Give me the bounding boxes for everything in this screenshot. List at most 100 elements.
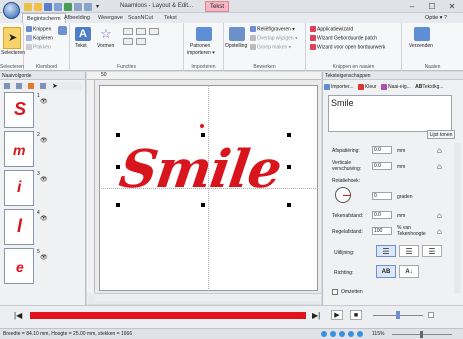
overlap-dropdown[interactable]: Overlap wijzigen ▾ bbox=[250, 35, 298, 42]
view-icon[interactable] bbox=[4, 83, 10, 89]
line-tool-icon[interactable] bbox=[149, 28, 159, 35]
patch-wizard-button[interactable]: Wizard Geborduurde patch bbox=[310, 35, 377, 42]
eye-icon[interactable]: 👁 bbox=[40, 176, 48, 183]
direction-horizontal-icon[interactable]: AB bbox=[376, 265, 396, 278]
spacing-field[interactable]: 0.0 bbox=[372, 146, 392, 154]
stitch-tool-icon[interactable] bbox=[136, 38, 146, 45]
align-right-icon[interactable]: ☰ bbox=[422, 245, 442, 257]
tab-tekst[interactable]: Tekst bbox=[160, 13, 181, 23]
sew-properties-button[interactable]: Naai-eig... bbox=[388, 84, 411, 90]
lock-icon[interactable] bbox=[16, 83, 22, 89]
cut-button[interactable]: Knippen bbox=[26, 26, 51, 33]
eye-icon[interactable]: 👁 bbox=[40, 215, 48, 222]
group-dropdown[interactable]: Groep maken ▾ bbox=[250, 44, 291, 51]
close-button[interactable]: ✕ bbox=[442, 1, 462, 12]
shapes-star-icon[interactable]: ☆ bbox=[98, 27, 114, 41]
open-folder-icon[interactable] bbox=[34, 3, 42, 11]
rotation-dial[interactable] bbox=[335, 187, 351, 203]
eye-icon[interactable]: 👁 bbox=[40, 98, 48, 105]
application-menu-button[interactable] bbox=[3, 2, 20, 19]
hoop-view-icon[interactable] bbox=[330, 331, 336, 337]
quick-access-dropdown-icon[interactable]: ▾ bbox=[96, 3, 102, 11]
options-menu[interactable]: Optie ▾ ? bbox=[425, 13, 447, 23]
applique-wizard-button[interactable]: Applicatiewizard bbox=[310, 26, 353, 33]
selection-handle[interactable] bbox=[287, 133, 291, 137]
emboss-engrave-dropdown[interactable]: Reliëf/graveren ▾ bbox=[250, 26, 295, 33]
send-icon[interactable] bbox=[414, 27, 430, 41]
show-list-button[interactable]: Lijst tonen bbox=[427, 130, 455, 139]
selection-handle[interactable] bbox=[287, 165, 291, 169]
zoom-slider-thumb[interactable] bbox=[420, 331, 423, 338]
speed-slider-thumb[interactable] bbox=[396, 311, 400, 319]
print-icon[interactable] bbox=[54, 3, 62, 11]
rotate-handle[interactable] bbox=[200, 124, 204, 128]
realistic-view-checkbox[interactable] bbox=[428, 312, 434, 318]
properties-scrollbar[interactable] bbox=[454, 143, 461, 293]
selection-handle[interactable] bbox=[116, 203, 120, 207]
save-icon[interactable] bbox=[44, 3, 52, 11]
sewing-item[interactable]: l bbox=[4, 209, 34, 245]
new-file-icon[interactable] bbox=[24, 3, 32, 11]
selection-handle[interactable] bbox=[116, 165, 120, 169]
sewing-item[interactable]: i bbox=[4, 170, 34, 206]
apply-icon[interactable]: ⌂ bbox=[437, 162, 442, 171]
duplicate-icon[interactable] bbox=[58, 26, 67, 35]
select-button[interactable]: ➤ bbox=[3, 27, 21, 49]
sort-icon[interactable] bbox=[40, 83, 46, 89]
align-center-icon[interactable]: ☰ bbox=[399, 245, 419, 257]
text-tool-icon[interactable]: A bbox=[75, 27, 91, 41]
export-icon[interactable] bbox=[64, 3, 72, 11]
eye-icon[interactable]: 👁 bbox=[40, 137, 48, 144]
sewing-item[interactable]: m bbox=[4, 131, 34, 167]
selection-handle[interactable] bbox=[201, 133, 205, 137]
fill-tool-icon[interactable] bbox=[123, 38, 133, 45]
tab-scanncut[interactable]: ScanNCut bbox=[124, 13, 157, 23]
selection-handle[interactable] bbox=[201, 203, 205, 207]
apply-icon[interactable]: ⌂ bbox=[437, 146, 442, 155]
arrange-icon[interactable] bbox=[229, 27, 245, 41]
maximize-button[interactable]: ☐ bbox=[422, 1, 442, 12]
text-input[interactable]: Smile bbox=[328, 95, 452, 132]
paste-button[interactable]: Plakken bbox=[26, 44, 51, 51]
rotation-field[interactable]: 0 bbox=[372, 192, 392, 200]
import-button[interactable]: Importer... bbox=[331, 84, 354, 90]
horizontal-scrollbar[interactable] bbox=[95, 293, 321, 301]
convert-checkbox[interactable] bbox=[332, 289, 338, 295]
char-spacing-field[interactable]: 0.0 bbox=[372, 211, 392, 219]
design-center-icon[interactable] bbox=[321, 331, 327, 337]
openwork-wizard-button[interactable]: Wizard voor open borduurwerk bbox=[310, 44, 385, 51]
zoom-fit-icon[interactable] bbox=[357, 331, 363, 337]
stop-icon[interactable]: ■ bbox=[350, 310, 362, 320]
undo-icon[interactable] bbox=[74, 3, 82, 11]
vertical-offset-field[interactable]: 0.0 bbox=[372, 162, 392, 170]
copy-button[interactable]: Kopiëren bbox=[26, 35, 53, 42]
stitch-progress-bar[interactable] bbox=[30, 312, 306, 319]
import-patterns-icon[interactable] bbox=[196, 27, 212, 41]
tab-weergave[interactable]: Weergave bbox=[94, 13, 127, 23]
grid-view-icon[interactable] bbox=[339, 331, 345, 337]
outline-tool-icon[interactable] bbox=[123, 28, 133, 35]
minimize-button[interactable]: – bbox=[402, 1, 422, 12]
redo-icon[interactable] bbox=[84, 3, 92, 11]
rewind-start-icon[interactable]: |◀ bbox=[14, 311, 22, 320]
apply-icon[interactable]: ⌂ bbox=[437, 211, 442, 220]
color-icon[interactable] bbox=[28, 83, 34, 89]
text-frame-button[interactable]: Tekstkg... bbox=[422, 84, 443, 90]
apply-icon[interactable]: ⌂ bbox=[437, 227, 442, 236]
curve-tool-icon[interactable] bbox=[136, 28, 146, 35]
forward-end-icon[interactable]: ▶| bbox=[312, 311, 320, 320]
line-spacing-field[interactable]: 100 bbox=[372, 227, 392, 235]
align-left-icon[interactable]: ☰ bbox=[376, 245, 396, 257]
eye-icon[interactable]: 👁 bbox=[40, 254, 48, 261]
realistic-view-icon[interactable] bbox=[348, 331, 354, 337]
direction-vertical-icon[interactable]: A↓ bbox=[399, 265, 419, 278]
pointer-icon[interactable]: ➤ bbox=[52, 82, 58, 90]
import-dropdown[interactable]: importeren ▾ bbox=[187, 50, 215, 57]
sewing-item[interactable]: S bbox=[4, 92, 34, 128]
color-button[interactable]: Kleur bbox=[365, 84, 377, 90]
selection-handle[interactable] bbox=[287, 203, 291, 207]
play-icon[interactable]: ▶ bbox=[331, 310, 343, 320]
selection-handle[interactable] bbox=[116, 133, 120, 137]
sewing-item[interactable]: e bbox=[4, 248, 34, 284]
embroidery-text[interactable]: Smile bbox=[116, 139, 285, 200]
